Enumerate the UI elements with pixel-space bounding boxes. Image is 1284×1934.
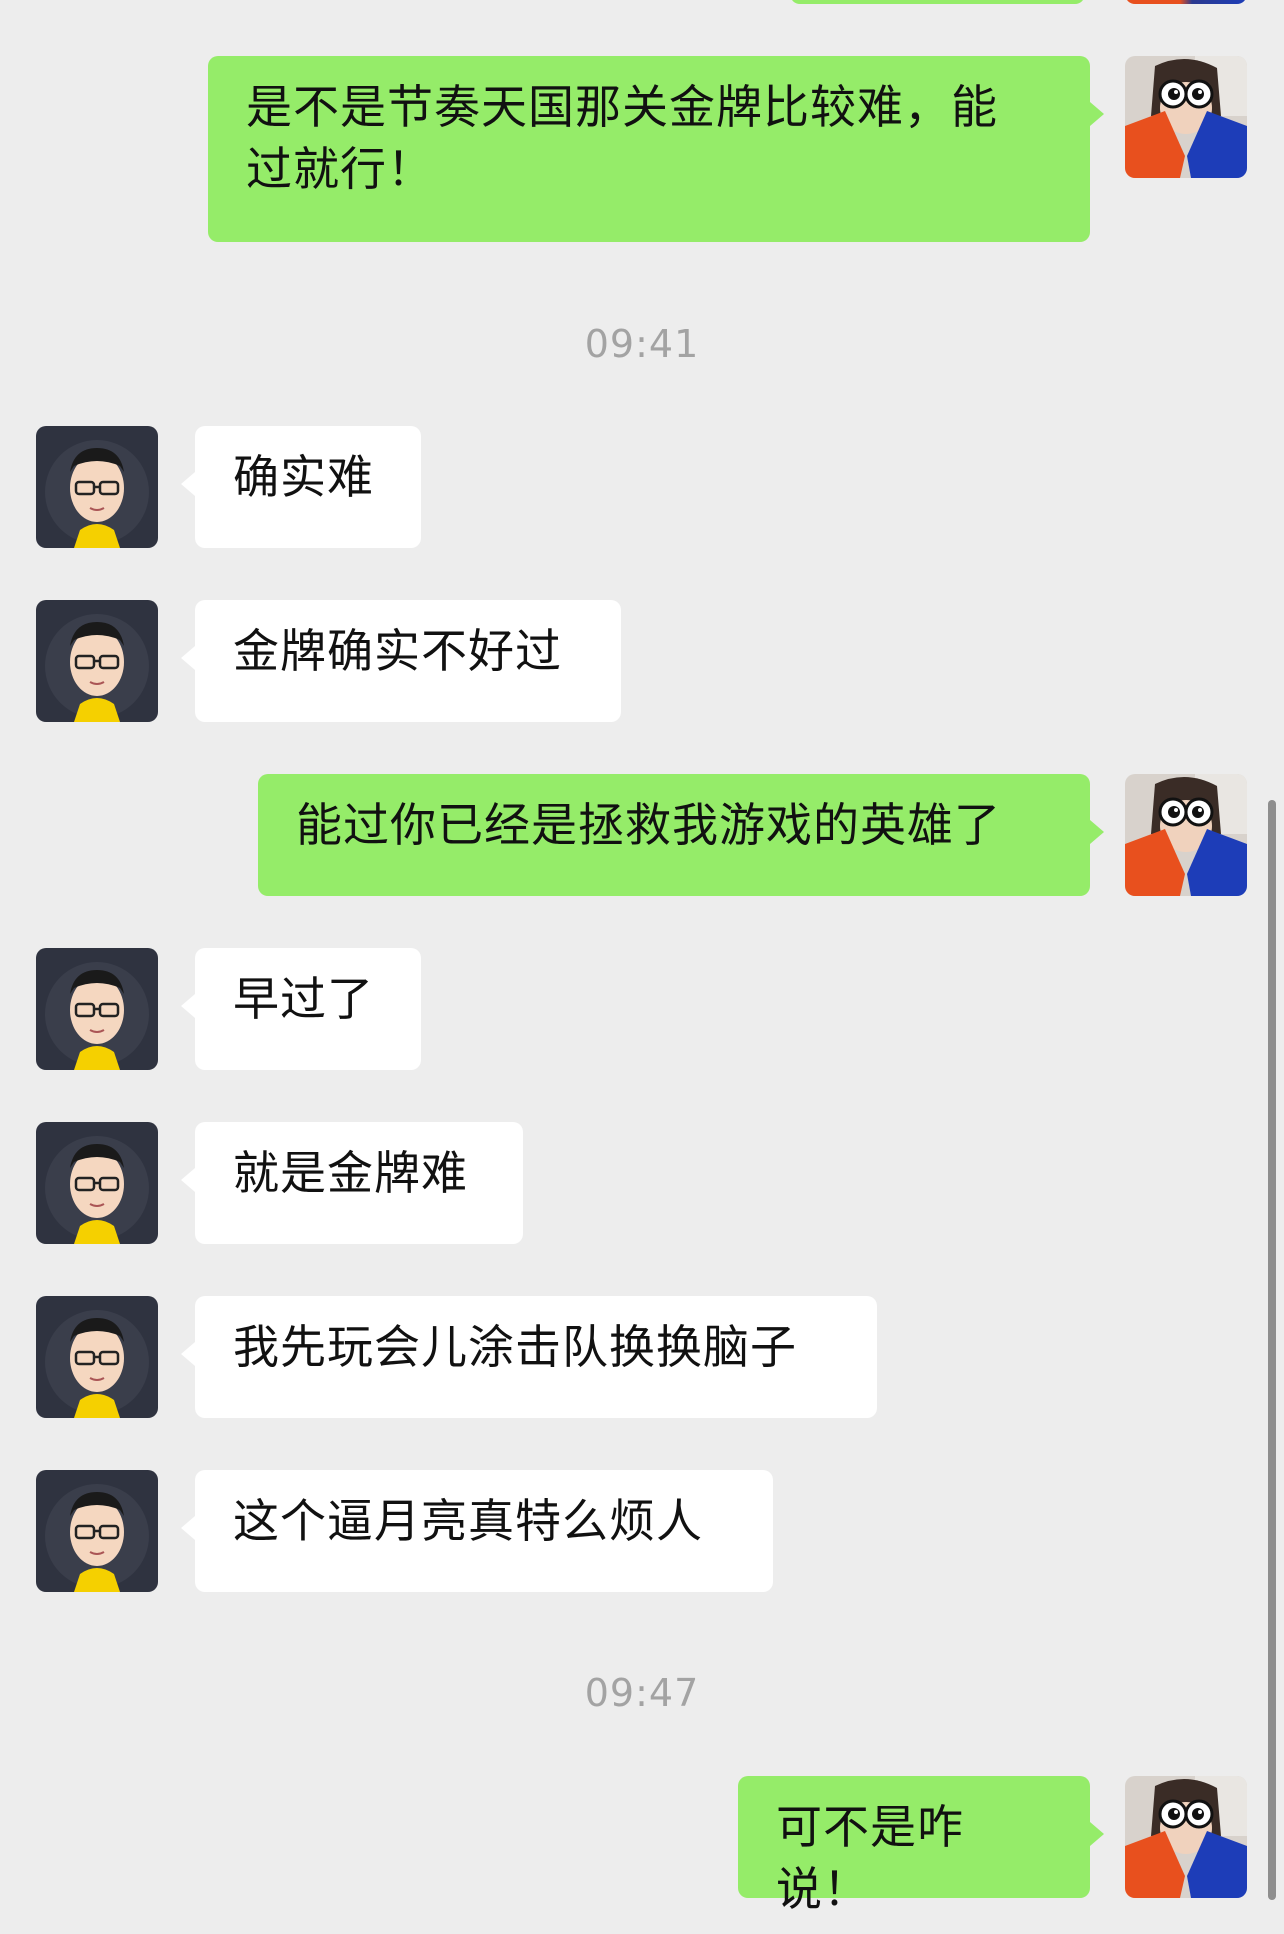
self-avatar-partial[interactable] xyxy=(1125,0,1247,4)
message-bubble-self[interactable]: 可不是咋说！ xyxy=(738,1776,1104,1916)
contact-avatar[interactable] xyxy=(36,426,158,548)
message-bubble-contact[interactable]: 我先玩会儿涂击队换换脑子 xyxy=(181,1296,877,1418)
contact-avatar[interactable] xyxy=(36,1470,158,1592)
message-bubble-self[interactable]: 是不是节奏天国那关金牌比较难，能 过就行！ xyxy=(208,56,1104,242)
message-bubble-contact[interactable]: 早过了 xyxy=(181,948,421,1070)
glasses-man-avatar-icon xyxy=(36,1470,158,1592)
self-avatar[interactable] xyxy=(1125,774,1247,896)
contact-avatar[interactable] xyxy=(36,1122,158,1244)
chat-view[interactable]: 是不是节奏天国那关金牌比较难，能 过就行！ 09:41 确实难 金牌确实不好过 … xyxy=(0,0,1284,1934)
glasses-man-avatar-icon xyxy=(36,426,158,548)
message-timestamp: 09:41 xyxy=(584,322,700,366)
self-avatar[interactable] xyxy=(1125,1776,1247,1898)
contact-avatar[interactable] xyxy=(36,600,158,722)
glasses-man-avatar-icon xyxy=(36,1122,158,1244)
cartoon-eyes-girl-avatar-icon xyxy=(1125,1776,1247,1898)
message-timestamp: 09:47 xyxy=(584,1671,700,1715)
scrollbar[interactable] xyxy=(1268,800,1276,1900)
message-bubble-contact[interactable]: 确实难 xyxy=(181,426,421,548)
cartoon-eyes-girl-avatar-icon xyxy=(1125,774,1247,896)
glasses-man-avatar-icon xyxy=(36,1296,158,1418)
self-avatar[interactable] xyxy=(1125,56,1247,178)
message-bubble-contact[interactable]: 这个逼月亮真特么烦人 xyxy=(181,1470,773,1592)
contact-avatar[interactable] xyxy=(36,1296,158,1418)
message-bubble-contact[interactable]: 金牌确实不好过 xyxy=(181,600,621,722)
message-bubble-contact[interactable]: 就是金牌难 xyxy=(181,1122,523,1244)
message-bubble-partial[interactable] xyxy=(790,0,1085,4)
glasses-man-avatar-icon xyxy=(36,600,158,722)
cartoon-eyes-girl-avatar-icon xyxy=(1125,56,1247,178)
contact-avatar[interactable] xyxy=(36,948,158,1070)
message-bubble-self[interactable]: 能过你已经是拯救我游戏的英雄了 xyxy=(258,774,1104,896)
glasses-man-avatar-icon xyxy=(36,948,158,1070)
